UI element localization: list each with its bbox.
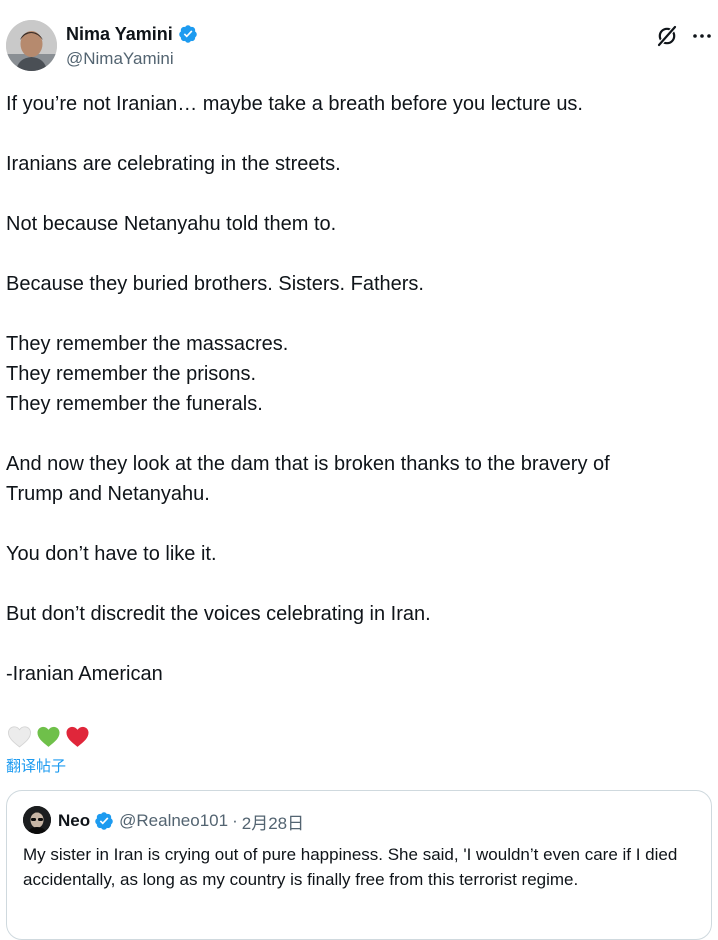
author-name-row: Nima Yamini <box>66 22 198 46</box>
tweet-paragraph: -Iranian American <box>6 663 163 685</box>
quoted-separator: · <box>232 811 238 830</box>
paragraph-spacer <box>6 569 706 599</box>
tweet-paragraph: Because they buried brothers. Sisters. F… <box>6 273 424 295</box>
quoted-display-name[interactable]: Neo <box>58 811 90 831</box>
white-heart-icon <box>6 723 33 750</box>
paragraph-spacer <box>6 179 706 209</box>
quoted-date[interactable]: 2月28日 <box>242 809 304 834</box>
paragraph-spacer <box>6 299 706 329</box>
tweet-paragraph: Not because Netanyahu told them to. <box>6 213 337 235</box>
author-display-name[interactable]: Nima Yamini <box>66 24 173 45</box>
tweet-text: If you’re not Iranian… maybe take a brea… <box>6 89 706 689</box>
more-options-icon[interactable] <box>690 24 714 48</box>
paragraph-spacer <box>6 119 706 149</box>
author-handle[interactable]: @NimaYamini <box>66 49 174 69</box>
tweet-paragraph: And now they look at the dam that is bro… <box>6 453 610 505</box>
grok-icon[interactable] <box>655 24 679 48</box>
paragraph-spacer <box>6 629 706 659</box>
tweet-paragraph: They remember the massacres. They rememb… <box>6 333 289 415</box>
tweet-paragraph: If you’re not Iranian… maybe take a brea… <box>6 93 583 115</box>
translate-post-link[interactable]: 翻译帖子 <box>6 755 66 776</box>
tweet-paragraph: But don’t discredit the voices celebrati… <box>6 603 431 625</box>
quoted-handle[interactable]: @Realneo101 <box>119 811 228 831</box>
red-heart-icon <box>64 723 91 750</box>
quoted-tweet-card[interactable]: Neo @Realneo101 · 2月28日 My sister in Ira… <box>6 790 712 940</box>
tweet-paragraph: You don’t have to like it. <box>6 543 217 565</box>
emoji-row <box>6 722 91 750</box>
author-avatar[interactable] <box>6 20 57 71</box>
quoted-text: My sister in Iran is crying out of pure … <box>23 845 678 889</box>
quoted-verified-badge-icon <box>94 811 114 831</box>
paragraph-spacer <box>6 509 706 539</box>
paragraph-spacer <box>6 239 706 269</box>
paragraph-spacer <box>6 419 706 449</box>
quoted-author-avatar[interactable] <box>23 806 51 834</box>
verified-badge-icon <box>178 24 198 44</box>
tweet-header: Nima Yamini @NimaYamini <box>0 0 718 90</box>
quoted-header: Neo @Realneo101 · 2月28日 <box>58 809 304 833</box>
green-heart-icon <box>35 723 62 750</box>
tweet-paragraph: Iranians are celebrating in the streets. <box>6 153 341 175</box>
